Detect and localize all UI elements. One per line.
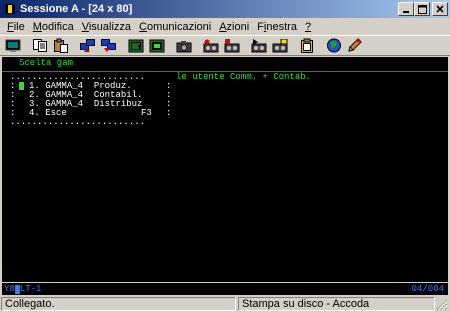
- stop-macro-icon: [224, 38, 239, 52]
- selection-cursor[interactable]: [19, 82, 24, 92]
- print-screen-icon: [5, 39, 20, 52]
- maximize-icon: [417, 4, 427, 14]
- receive-file-icon: [101, 39, 116, 52]
- session-icon: [149, 39, 164, 52]
- resize-grip[interactable]: [436, 297, 448, 311]
- record-macro-button[interactable]: [201, 37, 220, 54]
- close-button[interactable]: [432, 2, 448, 16]
- paste-icon: [53, 38, 68, 53]
- resize-grip-icon: [436, 299, 448, 311]
- menu-comunicazioni[interactable]: Comunicazioni: [136, 21, 214, 33]
- stop-macro-button[interactable]: [222, 37, 241, 54]
- connection-status: Collegato.: [1, 297, 236, 311]
- send-file-button[interactable]: [78, 37, 97, 54]
- menu-visualizza[interactable]: Visualizza: [79, 21, 134, 33]
- edit-icon: [347, 38, 362, 52]
- print-screen-button[interactable]: [3, 37, 22, 54]
- oia-session: LT-1: [19, 284, 42, 294]
- receive-file-button[interactable]: [99, 37, 118, 54]
- print-status: Stampa su disco - Accoda: [238, 297, 435, 311]
- menu-finestra[interactable]: Finestra: [254, 21, 300, 33]
- display-button[interactable]: [126, 37, 145, 54]
- play-macro-icon: [251, 38, 266, 52]
- menu-modifica[interactable]: Modifica: [30, 21, 77, 33]
- app-icon[interactable]: [3, 2, 17, 16]
- menu-azioni[interactable]: Azioni: [216, 21, 252, 33]
- oia-left: Y8: [4, 284, 15, 294]
- session-button[interactable]: [147, 37, 166, 54]
- globe-icon: [326, 38, 341, 53]
- clipboard-icon: [300, 38, 313, 53]
- menu-file[interactable]: File: [4, 21, 28, 33]
- operator-info-area: Y8 LT-1 04/004: [2, 283, 448, 295]
- clipboard-button[interactable]: [297, 37, 316, 54]
- copy-icon: [32, 39, 47, 52]
- display-icon: [128, 39, 143, 52]
- play-macro-button[interactable]: [249, 37, 268, 54]
- maximize-button[interactable]: [414, 2, 430, 16]
- copy-button[interactable]: [30, 37, 49, 54]
- status-bar: Collegato. Stampa su disco - Accoda: [0, 296, 450, 312]
- record-macro-icon: [203, 39, 218, 52]
- camera-button[interactable]: [174, 37, 193, 54]
- edit-button[interactable]: [345, 37, 364, 54]
- screen-subtitle: le utente Comm. + Contab.: [176, 72, 312, 82]
- menu-box-bottom: .........................: [10, 117, 146, 127]
- screen-title: Scelta gam: [19, 58, 74, 68]
- menu-help[interactable]: ?: [302, 21, 314, 33]
- close-icon: [436, 5, 444, 13]
- paste-button[interactable]: [51, 37, 70, 54]
- title-bar[interactable]: Sessione A - [24 x 80]: [0, 0, 450, 18]
- toolbar: [0, 35, 450, 56]
- cursor-position: 04/004: [411, 284, 444, 294]
- camera-icon: [176, 40, 191, 52]
- send-file-icon: [80, 39, 95, 52]
- window-title: Sessione A - [24 x 80]: [20, 3, 133, 15]
- minimize-icon: [403, 11, 409, 13]
- globe-button[interactable]: [324, 37, 343, 54]
- minimize-button[interactable]: [398, 2, 414, 16]
- menu-box-border-right: :: [166, 108, 172, 118]
- macro-settings-button[interactable]: [270, 37, 289, 54]
- menu-bar: File Modifica Visualizza Comunicazioni A…: [0, 18, 450, 35]
- macro-settings-icon: [272, 38, 287, 52]
- terminal-screen[interactable]: Scelta gam ......................... le …: [2, 57, 448, 282]
